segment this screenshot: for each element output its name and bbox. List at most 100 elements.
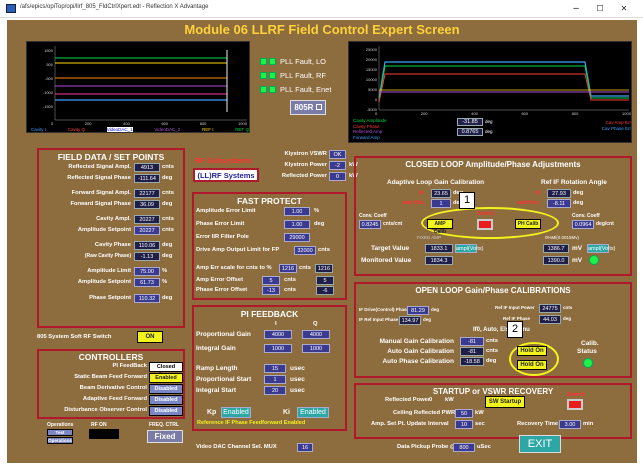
ceiling-label: Ceiling Reflected PWR [393,410,456,416]
pi-gain-i[interactable]: 1000 [264,344,292,353]
target-unit: mV [572,245,583,252]
fast-row-value[interactable]: 32000 [294,246,316,255]
ytick: 5000 [368,87,377,92]
maximize-button[interactable]: ☐ [592,2,608,15]
fixed-button[interactable]: Fixed [147,430,183,443]
field-row-value[interactable]: 61.73 [134,278,160,287]
minimize-button[interactable]: – [568,2,584,15]
ph-calib-button[interactable]: PH Calib [515,219,541,229]
recovery-unit: min [583,421,594,427]
field-row-value[interactable]: 75.00 [134,267,160,276]
controller-toggle[interactable]: Disabled [149,406,183,416]
close-button[interactable]: ✕ [616,2,632,15]
field-row-unit: deg [162,295,173,301]
controller-toggle[interactable]: Disabled [149,395,183,405]
ki-enabled[interactable]: Enabled [297,407,329,418]
controller-toggle[interactable]: Enabled [149,373,183,383]
controller-label: PI FeedBack [112,363,147,369]
alg-to-value: 23.65 [431,189,451,198]
rot-to-label: to [535,190,541,196]
controller-label: Beam Derivative Control [79,385,147,391]
controller-toggle[interactable]: Disabled [149,384,183,394]
test-button[interactable]: Test [47,429,73,436]
field-row-label: (Raw Cavity Phase) [84,253,131,259]
offset-value[interactable]: 5 [262,276,280,285]
ytick: 0 [374,97,377,102]
target-label: Target Value [371,245,410,252]
ceiling-value[interactable]: 50 [455,409,473,418]
target-right-value: 1386.7 [543,244,569,253]
rif-power-value: 24775 [539,304,561,313]
amp-scale-value-1[interactable]: 1216 [279,264,297,273]
rot-add-value[interactable]: -8.11 [547,199,571,208]
calib-label: Auto Phase Calibration [382,358,454,365]
pi-gain-q[interactable]: 1000 [302,344,330,353]
pi-col-q: Q [313,321,318,327]
legend-entry: Cavity I [31,127,47,132]
hold-on-button-1[interactable]: Hold On [517,346,547,356]
fast-row-label: Drive Amp Output Limit for FP [196,247,280,253]
target-value: 1833.1 [425,244,453,253]
rif-phase-unit: deg [563,316,572,321]
field-row-unit: deg [162,242,173,248]
soft-rf-switch-button[interactable]: ON [137,331,163,343]
startup-switch[interactable] [567,399,583,410]
operations-button[interactable]: Operations [47,437,73,444]
exit-button[interactable]: EXIT [519,435,561,453]
iq-legend: Cavity I Cavity Q VideoDAC_1 VideoDAC_2 … [31,127,249,132]
amp-yaxis: 25000 20000 15000 10000 5000 0 -5000 [351,45,377,115]
controllers-title: CONTROLLERS [78,352,144,362]
pi-timing-value[interactable]: 1 [264,375,286,384]
recovery-value[interactable]: 3.00 [559,420,581,429]
pi-timing-value[interactable]: 15 [264,364,286,373]
pi-gain-i[interactable]: 4000 [264,330,292,339]
pickup-value[interactable]: 800 [453,443,475,452]
amp-interval-value[interactable]: 10 [455,420,473,429]
drive-phase-value[interactable]: 81.29 [407,306,429,315]
field-row-value: 110.06 [134,241,160,250]
rif-phase-value: 44.03 [539,315,561,324]
controller-toggle[interactable]: Closed Loop [149,362,183,378]
legend-entry: Reflected Amp [353,129,383,134]
rif-power-unit: cnts [563,305,573,310]
ytick: 15000 [365,67,377,72]
field-row-value: 22177 [134,189,160,198]
window-title: /afs/epics/opiTop/opi/llrf_805_FldCtrlXp… [20,4,209,10]
amp-calib-button[interactable]: AMP Calib [427,219,453,235]
offset-value[interactable]: -13 [262,286,280,295]
startup-refpow-value: 0 [429,397,433,403]
field-row-value[interactable]: 110.32 [134,294,160,303]
ref-805r-button[interactable]: 805R [290,100,326,115]
fast-row-label: Amplitude Error Limit [196,208,256,214]
soft-switch-label: 805 System Soft RF Switch [37,334,112,340]
xtick: 1000 [622,111,631,116]
calib-value[interactable]: -81 [460,337,484,346]
alg-add-value[interactable]: 1 [431,199,451,208]
controller-label: Disturbance Observer Control [64,407,147,413]
field-row-value[interactable]: 20227 [134,226,160,235]
ll-rf-systems-button[interactable]: (LL)RF Systems [193,168,259,182]
field-row-label: Forward Signal Ampl. [71,190,131,196]
klystron-vswr-value: OK [329,150,346,159]
rf-subsystems-title: RF Subsystems [195,156,252,165]
mux-value[interactable]: 16 [297,443,313,452]
window-titlebar: /afs/epics/opiTop/opi/llrf_805_FldCtrlXp… [0,0,643,18]
kp-label: Kp [207,409,217,416]
rf-on-label: RF ON [91,422,107,428]
fast-row-value[interactable]: 1.00 [284,207,310,216]
fast-row-value[interactable]: 29000 [284,233,310,242]
calib-unit: cnts [486,338,498,344]
sw-startup-button[interactable]: SW Startup [485,396,525,408]
kp-enabled[interactable]: Enabled [221,407,251,418]
conv-right-unit: deg/cnt [596,221,614,227]
mux-label: Video DAC Channel Sel. MUX [196,444,277,450]
pi-gain-q[interactable]: 4000 [302,330,330,339]
hold-on-button-2[interactable]: Hold On [517,360,547,370]
pi-timing-value[interactable]: 20 [264,386,286,395]
calib-switch[interactable] [477,219,493,230]
ytick: -5000 [366,107,377,112]
legend-entry: VideoDAC_1 [106,127,133,132]
calib-value: -81 [460,347,484,356]
fast-row-value[interactable]: 1.00 [284,220,310,229]
ref-805r-label: 805R [294,103,314,112]
